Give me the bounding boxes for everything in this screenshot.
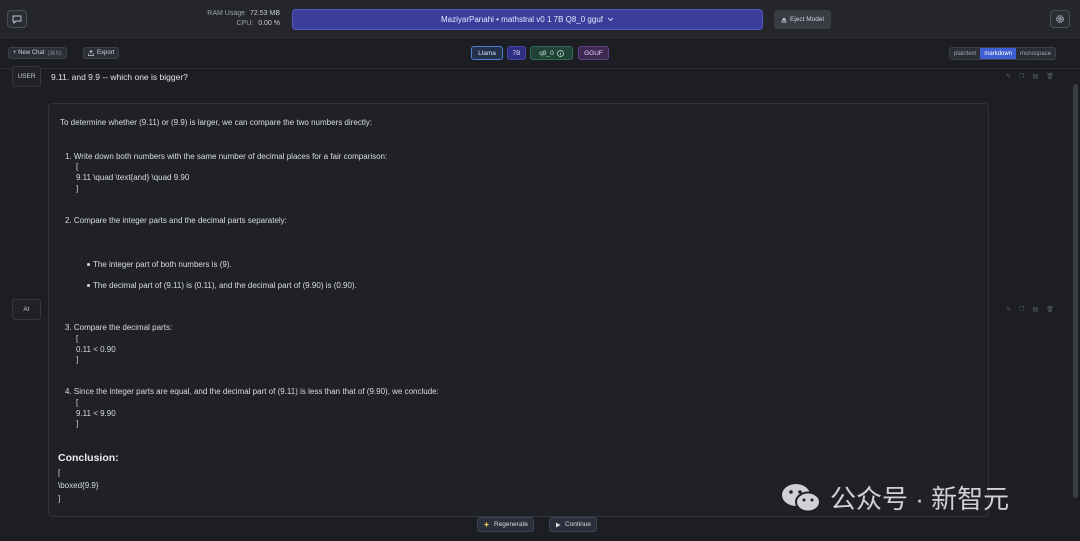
cpu-value: 0.00 % — [258, 20, 280, 27]
tag-format: GGUF — [578, 46, 609, 60]
conclusion-expr: \boxed{9.9} — [58, 481, 99, 490]
copy-icon[interactable]: ❐ — [1019, 73, 1024, 80]
resource-usage: RAM Usage 72.53 MB CPU: 0.00 % — [200, 9, 280, 29]
step-1-close: ] — [76, 184, 79, 193]
ram-label: RAM Usage — [207, 10, 246, 17]
ai-message-actions: ✎ ❐ ▤ 🗑 — [1006, 306, 1054, 313]
step-3-expr: 0.11 < 0.90 — [76, 345, 116, 354]
step-3-close: ] — [76, 355, 79, 364]
user-role-badge: USER — [12, 66, 41, 87]
info-icon — [556, 49, 564, 57]
ai-message-box: To determine whether (9.11) or (9.9) is … — [48, 103, 989, 517]
play-icon — [556, 522, 561, 527]
delete-icon[interactable]: 🗑 — [1046, 306, 1054, 313]
wechat-icon — [782, 483, 821, 512]
step-2: 2. Compare the integer parts and the dec… — [65, 216, 287, 225]
model-selector-button[interactable]: MaziyarPanahi • mathstral v0 1 7B Q8_0 g… — [292, 9, 763, 30]
tag-architecture: Llama — [471, 46, 503, 60]
tag-params: 7B — [507, 46, 526, 60]
bullet-2: The decimal part of (9.11) is (0.11), an… — [93, 281, 357, 290]
bullet-dot — [87, 284, 90, 287]
watermark: 公众号 · 新智元 — [780, 479, 1009, 516]
delete-icon[interactable]: 🗑 — [1046, 73, 1054, 80]
ram-value: 72.53 MB — [250, 10, 280, 17]
edit-icon[interactable]: ✎ — [1006, 306, 1011, 313]
copy-icon[interactable]: ❐ — [1019, 306, 1024, 313]
ai-intro: To determine whether (9.11) or (9.9) is … — [60, 118, 372, 127]
chat-toolbar: + New Chat (⌘N) Export Llama 7B q8_0 GGU… — [0, 39, 1080, 69]
bullet-dot — [87, 263, 90, 266]
save-icon[interactable]: ▤ — [1032, 73, 1038, 80]
export-label: Export — [97, 50, 115, 56]
step-3-open: [ — [76, 334, 79, 343]
ai-message-content: To determine whether (9.11) or (9.9) is … — [49, 104, 988, 516]
bullet-1: The integer part of both numbers is (9). — [93, 260, 232, 269]
edit-icon[interactable]: ✎ — [1006, 73, 1011, 80]
gear-icon — [1056, 15, 1064, 23]
chevron-down-icon — [607, 17, 614, 22]
step-1-open: [ — [76, 162, 79, 171]
format-plaintext-option[interactable]: plaintext — [950, 48, 981, 59]
format-toggle: plaintext markdown monospace — [949, 47, 1057, 60]
new-chat-label: + New Chat — [13, 50, 45, 56]
step-4: 4. Since the integer parts are equal, an… — [65, 387, 439, 396]
format-monospace-option[interactable]: monospace — [1016, 48, 1056, 59]
chat-bubble-icon — [12, 15, 22, 24]
regenerate-button[interactable]: Regenerate — [477, 517, 534, 532]
eject-icon — [781, 17, 787, 22]
step-4-expr: 9.11 < 9.90 — [76, 409, 116, 418]
eject-label: Eject Model — [790, 16, 824, 23]
tag-quant: q8_0 — [530, 46, 573, 60]
watermark-text: 公众号 · 新智元 — [830, 484, 1010, 514]
conclusion-close: ] — [58, 494, 61, 503]
conclusion-open: [ — [58, 468, 61, 477]
conclusion-heading: Conclusion: — [58, 452, 119, 464]
continue-label: Continue — [565, 521, 592, 528]
eject-model-button[interactable]: Eject Model — [774, 10, 831, 29]
user-message-actions: ✎ ❐ ▤ 🗑 — [1006, 73, 1054, 80]
ai-role-badge: AI — [12, 299, 41, 320]
settings-button[interactable] — [1050, 10, 1070, 28]
sidebar-toggle-button[interactable] — [7, 10, 27, 28]
export-icon — [88, 50, 94, 56]
scrollbar[interactable] — [1073, 84, 1078, 498]
user-message: 9.11. and 9.9 -- which one is bigger? — [51, 72, 188, 82]
continue-button[interactable]: Continue — [549, 517, 598, 532]
step-1-expr: 9.11 \quad \text{and} \quad 9.90 — [76, 173, 190, 182]
step-4-open: [ — [76, 398, 79, 407]
cpu-label: CPU: — [236, 20, 254, 27]
new-chat-shortcut: (⌘N) — [47, 50, 62, 57]
top-bar: RAM Usage 72.53 MB CPU: 0.00 % MaziyarPana… — [0, 0, 1080, 38]
sparkle-icon — [483, 521, 490, 528]
new-chat-button[interactable]: + New Chat (⌘N) — [8, 47, 67, 59]
model-name: MaziyarPanahi • mathstral v0 1 7B Q8_0 g… — [441, 15, 603, 24]
step-4-close: ] — [76, 419, 79, 428]
export-button[interactable]: Export — [83, 47, 120, 59]
format-markdown-option[interactable]: markdown — [980, 48, 1017, 59]
regenerate-label: Regenerate — [494, 521, 528, 528]
step-3: 3. Compare the decimal parts: — [65, 323, 173, 332]
step-1: 1. Write down both numbers with the same… — [65, 152, 388, 161]
save-icon[interactable]: ▤ — [1032, 306, 1038, 313]
